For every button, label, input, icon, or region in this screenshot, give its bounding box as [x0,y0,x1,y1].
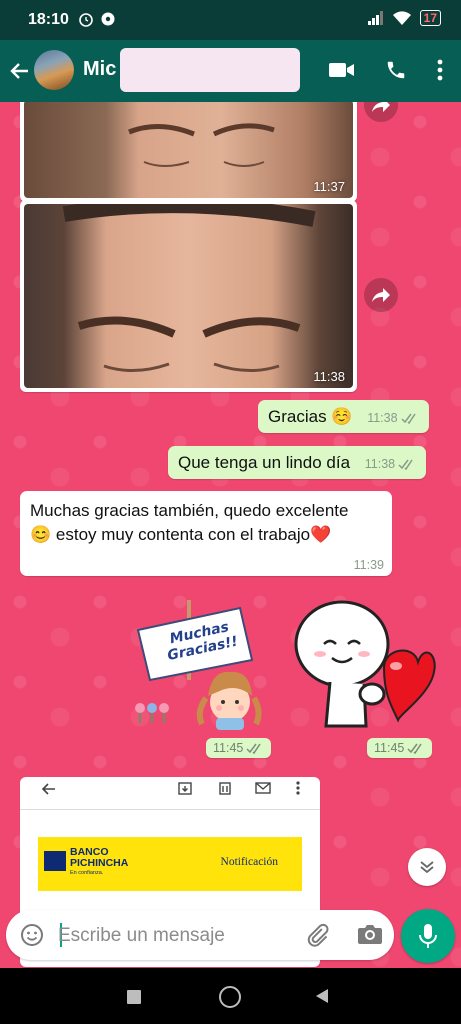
outgoing-message[interactable]: Gracias ☺️ 11:38 [258,400,429,433]
bank-tagline: En confianza. [70,870,104,876]
chat-area[interactable]: 11:37 11:38 Gracias ☺️ 11:38 Que tenga u… [0,102,461,968]
photo-eyebrows-2[interactable]: 11:38 [24,204,353,388]
forward-button[interactable] [364,102,398,122]
photo-timestamp: 11:38 [313,369,345,384]
sticker-muchas-gracias[interactable]: Muchas Gracias!! [130,600,270,730]
bank-banner: BANCO PICHINCHA En confianza. Notificaci… [38,837,302,891]
status-time: 18:10 [28,11,69,28]
notification-label: Notificación [220,856,278,868]
doc-toolbar [20,777,320,810]
contact-avatar[interactable] [34,50,74,90]
sticker-heart-hug[interactable] [292,596,438,736]
emoji-icon[interactable] [20,923,44,947]
photo-message[interactable]: 11:38 [20,200,357,392]
scroll-to-bottom-button[interactable] [408,848,446,886]
double-check-icon [398,459,413,470]
forward-button[interactable] [364,278,398,312]
message-text: Gracias ☺️ [268,407,353,426]
forward-icon [372,102,390,112]
message-time: 11:39 [353,558,384,572]
double-check-icon [407,743,422,754]
recents-button[interactable] [127,990,141,1004]
bank-logo-icon [44,851,66,871]
phone-icon[interactable] [385,59,407,81]
message-text: Que tenga un lindo día [178,453,351,472]
signal-icon [367,11,383,25]
message-time: 11:38 [364,457,396,471]
mic-icon [419,924,437,948]
mail-icon [255,782,271,794]
attach-icon[interactable] [304,922,330,948]
message-time: 11:38 [367,411,398,425]
more-vert-icon [296,781,300,795]
sticker-time: 11:45 [206,738,272,758]
message-input-bar[interactable]: Escribe un mensaje [6,910,394,960]
system-nav-bar [0,968,461,1024]
message-input[interactable]: Escribe un mensaje [58,925,225,947]
back-nav-icon[interactable] [315,988,329,1004]
mic-button[interactable] [401,909,455,963]
message-text-line2: 😊 estoy muy contenta con el trabajo❤️ [30,525,332,544]
sticker-time: 11:45 [367,738,433,758]
archive-icon [178,782,192,795]
double-check-icon [246,743,261,754]
alarm-icon [79,13,93,27]
back-arrow-icon [41,783,55,795]
home-button[interactable] [219,986,241,1008]
photo-message[interactable]: 11:37 [20,102,357,202]
name-redaction [120,48,300,92]
photo-timestamp: 11:37 [313,179,345,194]
chat-header: Mic [0,40,461,102]
message-text-line1: Muchas gracias también, quedo excelente [30,501,349,520]
forward-icon [372,288,390,302]
outgoing-message[interactable]: Que tenga un lindo día 11:38 [168,446,427,479]
incoming-message[interactable]: Muchas gracias también, quedo excelente … [20,491,392,576]
battery-indicator: 17 [419,10,441,26]
status-bar: 18:10 17 [0,0,461,40]
chevron-double-down-icon [420,861,434,874]
double-check-icon [401,413,416,424]
contact-name[interactable]: Mic [83,58,116,81]
camera-icon[interactable] [357,923,383,945]
wifi-icon [392,10,411,25]
bank-name-line2: PICHINCHA [70,857,129,869]
soccer-icon [101,12,115,26]
delete-icon [219,782,231,795]
more-vert-icon[interactable] [437,59,443,81]
photo-eyebrows-1[interactable]: 11:37 [24,102,353,198]
video-call-icon[interactable] [329,61,355,79]
back-arrow-icon[interactable] [8,59,32,83]
